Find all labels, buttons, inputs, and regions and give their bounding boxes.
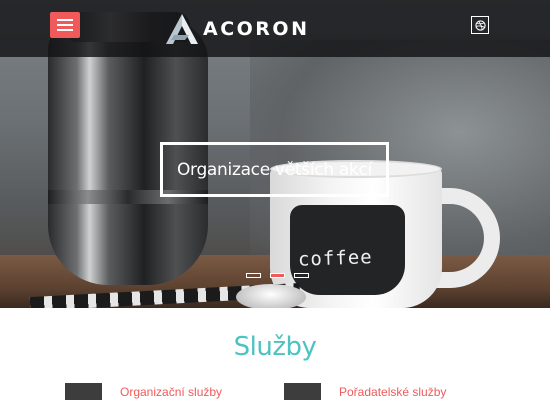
logo-a-icon <box>166 14 198 44</box>
service-title[interactable]: Pořadatelské služby <box>339 385 446 399</box>
slide-indicator-1[interactable] <box>246 273 261 278</box>
slide-indicator-2[interactable] <box>270 273 285 278</box>
slide-indicator-3[interactable] <box>294 273 309 278</box>
hero-caption-box[interactable]: Organizace větších akcí <box>160 142 389 197</box>
top-navbar: ACORON <box>0 0 550 57</box>
hero-caption-text: Organizace větších akcí <box>176 159 373 180</box>
service-item-organizer[interactable]: Pořadatelské služby <box>284 383 446 400</box>
cup-label-text: coffee <box>297 246 374 271</box>
logo-text: ACORON <box>203 18 310 40</box>
hamburger-icon <box>57 19 73 21</box>
site-logo[interactable]: ACORON <box>165 13 309 45</box>
hamburger-icon <box>57 24 73 26</box>
dribbble-icon <box>474 19 486 31</box>
spoon-head <box>236 284 306 308</box>
menu-button[interactable] <box>50 12 80 38</box>
service-thumbnail <box>65 383 102 400</box>
slider-indicators <box>246 273 309 278</box>
service-thumbnail <box>284 383 321 400</box>
hamburger-icon <box>57 29 73 31</box>
dribbble-button[interactable] <box>471 16 489 34</box>
service-item-organizational[interactable]: Organizační služby <box>65 383 222 400</box>
services-heading: Služby <box>233 332 317 362</box>
service-title[interactable]: Organizační služby <box>120 385 222 399</box>
